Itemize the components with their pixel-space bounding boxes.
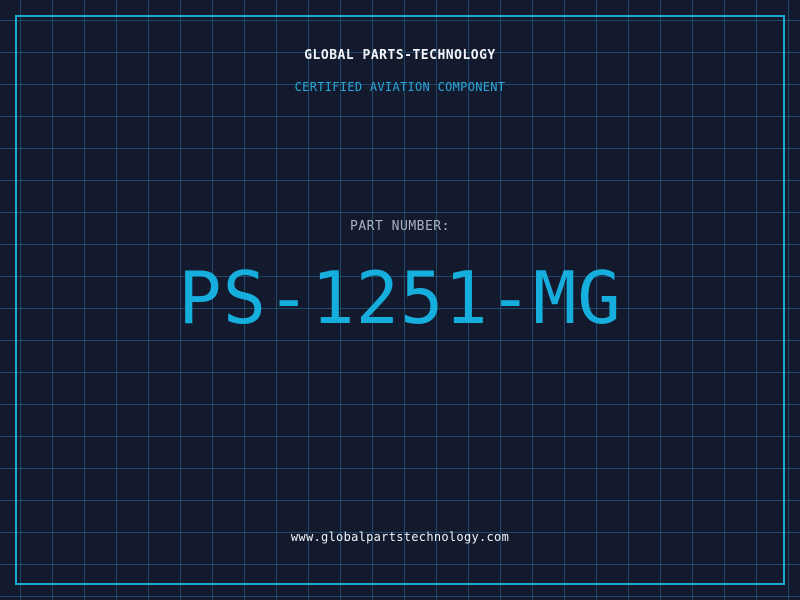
website-url: www.globalpartstechnology.com xyxy=(290,530,510,544)
certification-tagline: CERTIFIED AVIATION COMPONENT xyxy=(294,80,506,94)
company-name: GLOBAL PARTS-TECHNOLOGY xyxy=(304,48,496,63)
part-number-value: PS-1251-MG xyxy=(178,256,622,340)
part-number-label: PART NUMBER: xyxy=(350,219,450,234)
